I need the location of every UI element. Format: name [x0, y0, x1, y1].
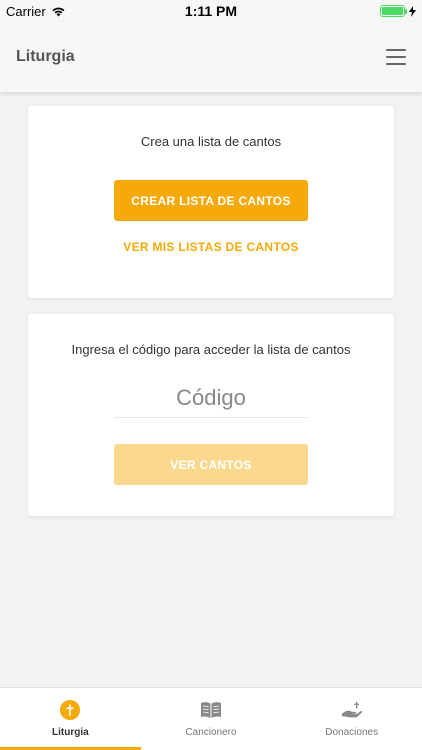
tab-label-cancionero: Cancionero — [185, 727, 237, 738]
battery-icon — [380, 5, 407, 17]
page-title: Liturgia — [16, 48, 75, 65]
charging-icon — [409, 5, 416, 17]
hamburger-icon[interactable] — [386, 49, 406, 65]
tab-liturgia[interactable]: Liturgia — [0, 688, 141, 750]
create-list-text: Crea una lista de cantos — [140, 134, 282, 149]
code-access-card: Ingresa el código para acceder la lista … — [28, 314, 394, 516]
code-instruction-text: Ingresa el código para acceder la lista … — [71, 342, 351, 357]
donation-hand-icon — [341, 699, 363, 721]
status-bar: Carrier 1:11 PM — [0, 0, 422, 22]
book-icon — [200, 699, 222, 721]
status-left: Carrier — [6, 4, 66, 19]
status-right — [380, 5, 416, 17]
wifi-icon — [52, 7, 65, 16]
carrier-label: Carrier — [6, 3, 46, 19]
tab-cancionero[interactable]: Cancionero — [141, 688, 282, 750]
view-my-lists-link[interactable]: VER MIS LISTAS DE CANTOS — [28, 240, 394, 254]
tab-bar: Liturgia Cancionero Donaciones — [0, 687, 422, 750]
view-songs-button[interactable]: VER CANTOS — [114, 444, 308, 485]
tab-label-donaciones: Donaciones — [325, 727, 379, 738]
tab-donaciones[interactable]: Donaciones — [281, 688, 422, 750]
create-list-card: Crea una lista de cantos CREAR LISTA DE … — [28, 106, 394, 298]
create-list-button[interactable]: CREAR LISTA DE CANTOS — [114, 180, 308, 221]
tab-label-liturgia: Liturgia — [52, 727, 89, 738]
code-input[interactable] — [114, 378, 308, 418]
app-header: Liturgia — [0, 22, 422, 92]
cross-icon — [59, 699, 81, 721]
